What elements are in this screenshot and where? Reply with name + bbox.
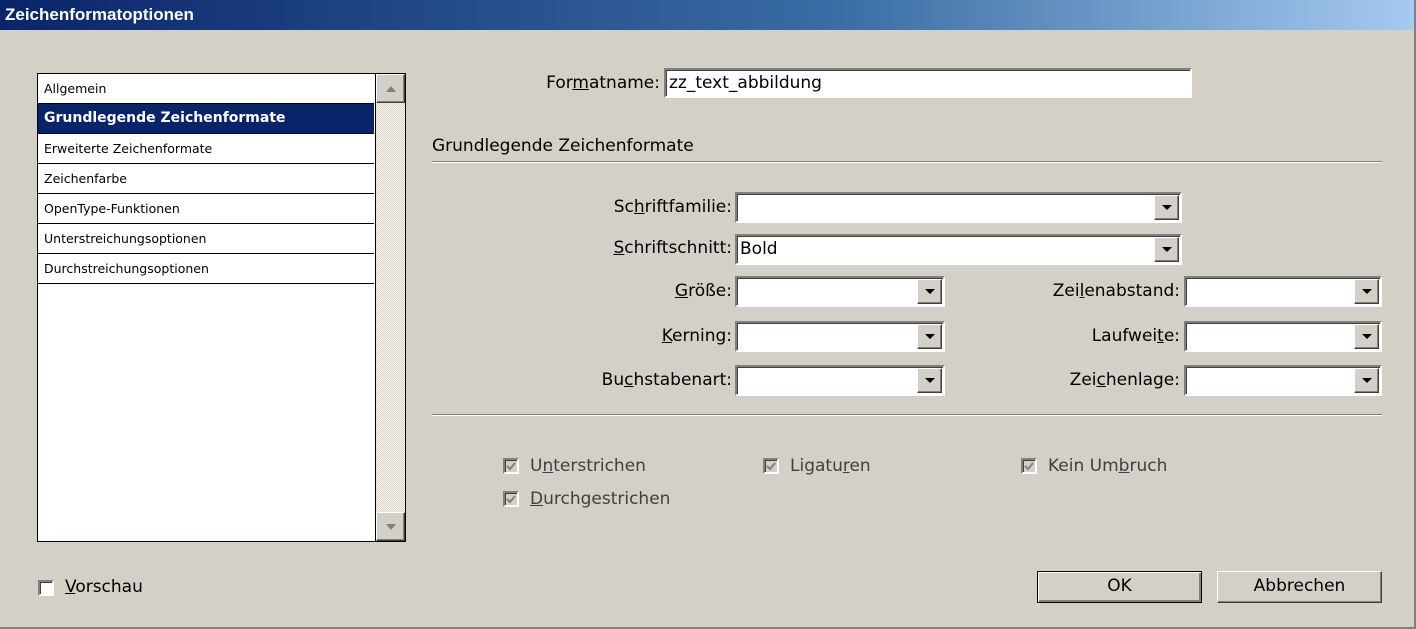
checkmark-icon [1024,462,1034,471]
chevron-down-icon[interactable] [1354,368,1379,393]
dialog-title: Zeichenformatoptionen [0,0,1414,30]
formatname-input[interactable]: zz_text_abbildung [664,68,1192,98]
ligaturen-label[interactable]: Ligaturen [790,456,871,476]
zeilenabstand-label: Zeilenabstand: [1052,281,1180,301]
checkmark-icon [506,495,516,504]
kerning-label: Kerning: [661,326,732,346]
chevron-down-icon[interactable] [1154,195,1179,220]
ligaturen-checkbox[interactable] [763,458,779,474]
cancel-button[interactable]: Abbrechen [1217,571,1382,603]
scroll-down-button[interactable] [376,512,405,541]
chevron-down-icon[interactable] [917,279,942,304]
chevron-down-icon[interactable] [1354,324,1379,349]
laufweite-dropdown[interactable] [1184,321,1382,352]
category-item-zeichenfarbe[interactable]: Zeichenfarbe [38,164,374,194]
formatname-label: Formatname: [546,73,660,93]
kein-umbruch-label[interactable]: Kein Umbruch [1048,456,1167,476]
vorschau-checkbox[interactable] [38,580,54,596]
buchstabenart-dropdown[interactable] [735,365,945,396]
chevron-down-icon[interactable] [917,368,942,393]
schriftschnitt-value: Bold [740,239,778,259]
chevron-down-icon[interactable] [1154,237,1179,262]
unterstrichen-label[interactable]: Unterstrichen [530,456,646,476]
category-item-durchstreichungsoptionen[interactable]: Durchstreichungsoptionen [38,254,374,284]
durchgestrichen-label[interactable]: Durchgestrichen [530,489,670,509]
category-item-allgemein[interactable]: Allgemein [38,74,374,104]
ok-button[interactable]: OK [1037,571,1202,603]
category-item-opentype-funktionen[interactable]: OpenType-Funktionen [38,194,374,224]
chevron-down-icon[interactable] [917,324,942,349]
checkmark-icon [766,462,776,471]
durchgestrichen-checkbox[interactable] [503,491,519,507]
groesse-dropdown[interactable] [735,276,945,307]
unterstrichen-checkbox[interactable] [503,458,519,474]
schriftfamilie-label: Schriftfamilie: [613,197,732,217]
category-list-scrollbar[interactable] [375,74,405,541]
zeichenlage-label: Zeichenlage: [1069,370,1180,390]
options-divider [432,414,1382,416]
arrow-up-icon [385,85,396,92]
section-title: Grundlegende Zeichenformate [432,136,694,156]
laufweite-label: Laufweite: [1091,326,1180,346]
character-format-dialog: Zeichenformatoptionen Allgemein Grundleg… [0,0,1416,629]
kein-umbruch-checkbox[interactable] [1021,458,1037,474]
zeichenlage-dropdown[interactable] [1184,365,1382,396]
section-divider [432,161,1382,163]
vorschau-label[interactable]: Vorschau [65,577,143,597]
schriftschnitt-label: Schriftschnitt: [613,238,732,258]
chevron-down-icon[interactable] [1354,279,1379,304]
category-item-erweiterte-zeichenformate[interactable]: Erweiterte Zeichenformate [38,134,374,164]
buchstabenart-label: Buchstabenart: [601,370,732,390]
checkmark-icon [506,462,516,471]
category-list[interactable]: Allgemein Grundlegende Zeichenformate Er… [37,73,406,542]
schriftschnitt-dropdown[interactable]: Bold [735,234,1182,265]
groesse-label: Größe: [674,281,732,301]
category-item-grundlegende-zeichenformate[interactable]: Grundlegende Zeichenformate [38,104,374,134]
arrow-down-icon [385,523,396,530]
zeilenabstand-dropdown[interactable] [1184,276,1382,307]
kerning-dropdown[interactable] [735,321,945,352]
category-items: Allgemein Grundlegende Zeichenformate Er… [38,74,374,284]
schriftfamilie-dropdown[interactable] [735,192,1182,223]
scroll-up-button[interactable] [376,74,405,103]
category-item-unterstreichungsoptionen[interactable]: Unterstreichungsoptionen [38,224,374,254]
